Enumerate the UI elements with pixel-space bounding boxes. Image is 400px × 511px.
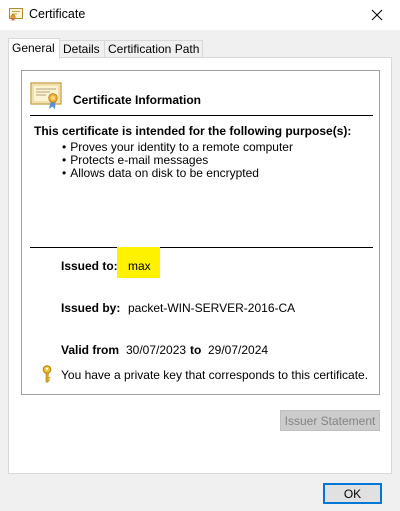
divider-top xyxy=(30,115,373,116)
certificate-badge-icon xyxy=(30,82,62,110)
purpose-list: Proves your identity to a remote compute… xyxy=(62,141,293,180)
issuer-statement-button[interactable]: Issuer Statement xyxy=(280,410,380,431)
title-bar: Certificate xyxy=(0,0,400,30)
valid-from-label: Valid from xyxy=(61,343,120,357)
close-button[interactable] xyxy=(354,0,400,30)
issued-by-label: Issued by: xyxy=(61,301,121,315)
issued-by-value: packet-WIN-SERVER-2016-CA xyxy=(128,301,296,315)
tab-certification-path[interactable]: Certification Path xyxy=(104,40,203,57)
tab-general[interactable]: General xyxy=(8,38,60,59)
purpose-heading: This certificate is intended for the fol… xyxy=(34,124,352,138)
certificate-icon xyxy=(9,8,23,21)
valid-to-value: 29/07/2024 xyxy=(208,343,269,357)
private-key-note: You have a private key that corresponds … xyxy=(61,368,369,382)
valid-from-value: 30/07/2023 xyxy=(126,343,187,357)
window-title: Certificate xyxy=(29,7,86,21)
ok-button[interactable]: OK xyxy=(323,483,382,504)
key-icon xyxy=(42,365,52,383)
issued-to-label: Issued to: xyxy=(61,259,118,273)
divider-middle xyxy=(30,247,373,248)
close-icon xyxy=(371,9,383,21)
issued-to-value: max xyxy=(128,259,151,273)
tab-details[interactable]: Details xyxy=(59,40,105,57)
purpose-item: Allows data on disk to be encrypted xyxy=(62,167,293,180)
valid-to-label: to xyxy=(190,343,202,357)
certificate-info-heading: Certificate Information xyxy=(73,93,202,107)
